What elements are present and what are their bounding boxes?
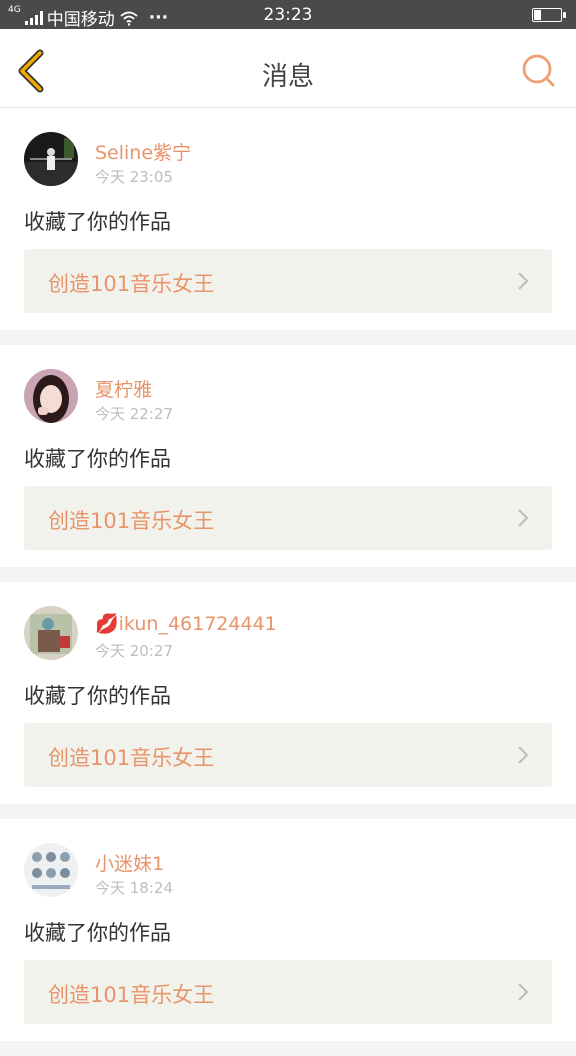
- avatar[interactable]: [24, 132, 78, 186]
- username[interactable]: 夏柠雅: [95, 375, 152, 402]
- message-card: 小迷妹1 今天 18:24 收藏了你的作品 创造101音乐女王: [0, 819, 576, 1041]
- avatar[interactable]: [24, 369, 78, 423]
- timestamp: 今天 20:27: [95, 642, 173, 660]
- timestamp: 今天 18:24: [95, 879, 173, 897]
- work-title: 创造101音乐女王: [48, 746, 215, 770]
- chevron-right-icon: [518, 746, 529, 764]
- message-card: 夏柠雅 今天 22:27 收藏了你的作品 创造101音乐女王: [0, 345, 576, 567]
- message-list: Seline紫宁 今天 23:05 收藏了你的作品 创造101音乐女王 夏柠雅 …: [0, 108, 576, 1056]
- avatar[interactable]: [24, 606, 78, 660]
- action-text: 收藏了你的作品: [24, 447, 171, 471]
- search-icon: [522, 54, 555, 87]
- battery-level: [534, 10, 541, 20]
- battery-icon: [532, 8, 566, 22]
- work-link[interactable]: 创造101音乐女王: [24, 249, 552, 313]
- message-card: 💋ikun_461724441 今天 20:27 收藏了你的作品 创造101音乐…: [0, 582, 576, 804]
- status-bar: 4G 中国移动 ··· 23:23: [0, 0, 576, 30]
- page-title: 消息: [261, 62, 314, 92]
- work-link[interactable]: 创造101音乐女王: [24, 486, 552, 550]
- work-link[interactable]: 创造101音乐女王: [24, 960, 552, 1024]
- timestamp: 今天 22:27: [95, 405, 173, 423]
- avatar[interactable]: [24, 843, 78, 897]
- username[interactable]: Seline紫宁: [95, 138, 191, 165]
- username[interactable]: 小迷妹1: [95, 849, 164, 876]
- action-text: 收藏了你的作品: [24, 684, 171, 708]
- work-title: 创造101音乐女王: [48, 983, 215, 1007]
- search-button[interactable]: [520, 53, 556, 89]
- work-title: 创造101音乐女王: [48, 272, 215, 296]
- action-text: 收藏了你的作品: [24, 921, 171, 945]
- chevron-right-icon: [518, 509, 529, 527]
- action-text: 收藏了你的作品: [24, 210, 171, 234]
- work-link[interactable]: 创造101音乐女王: [24, 723, 552, 787]
- chevron-right-icon: [518, 983, 529, 1001]
- work-title: 创造101音乐女王: [48, 509, 215, 533]
- timestamp: 今天 23:05: [95, 168, 173, 186]
- nav-bar: 消息: [0, 29, 576, 108]
- username[interactable]: 💋ikun_461724441: [95, 612, 277, 635]
- message-card: Seline紫宁 今天 23:05 收藏了你的作品 创造101音乐女王: [0, 108, 576, 330]
- chevron-right-icon: [518, 272, 529, 290]
- status-time: 23:23: [263, 5, 313, 25]
